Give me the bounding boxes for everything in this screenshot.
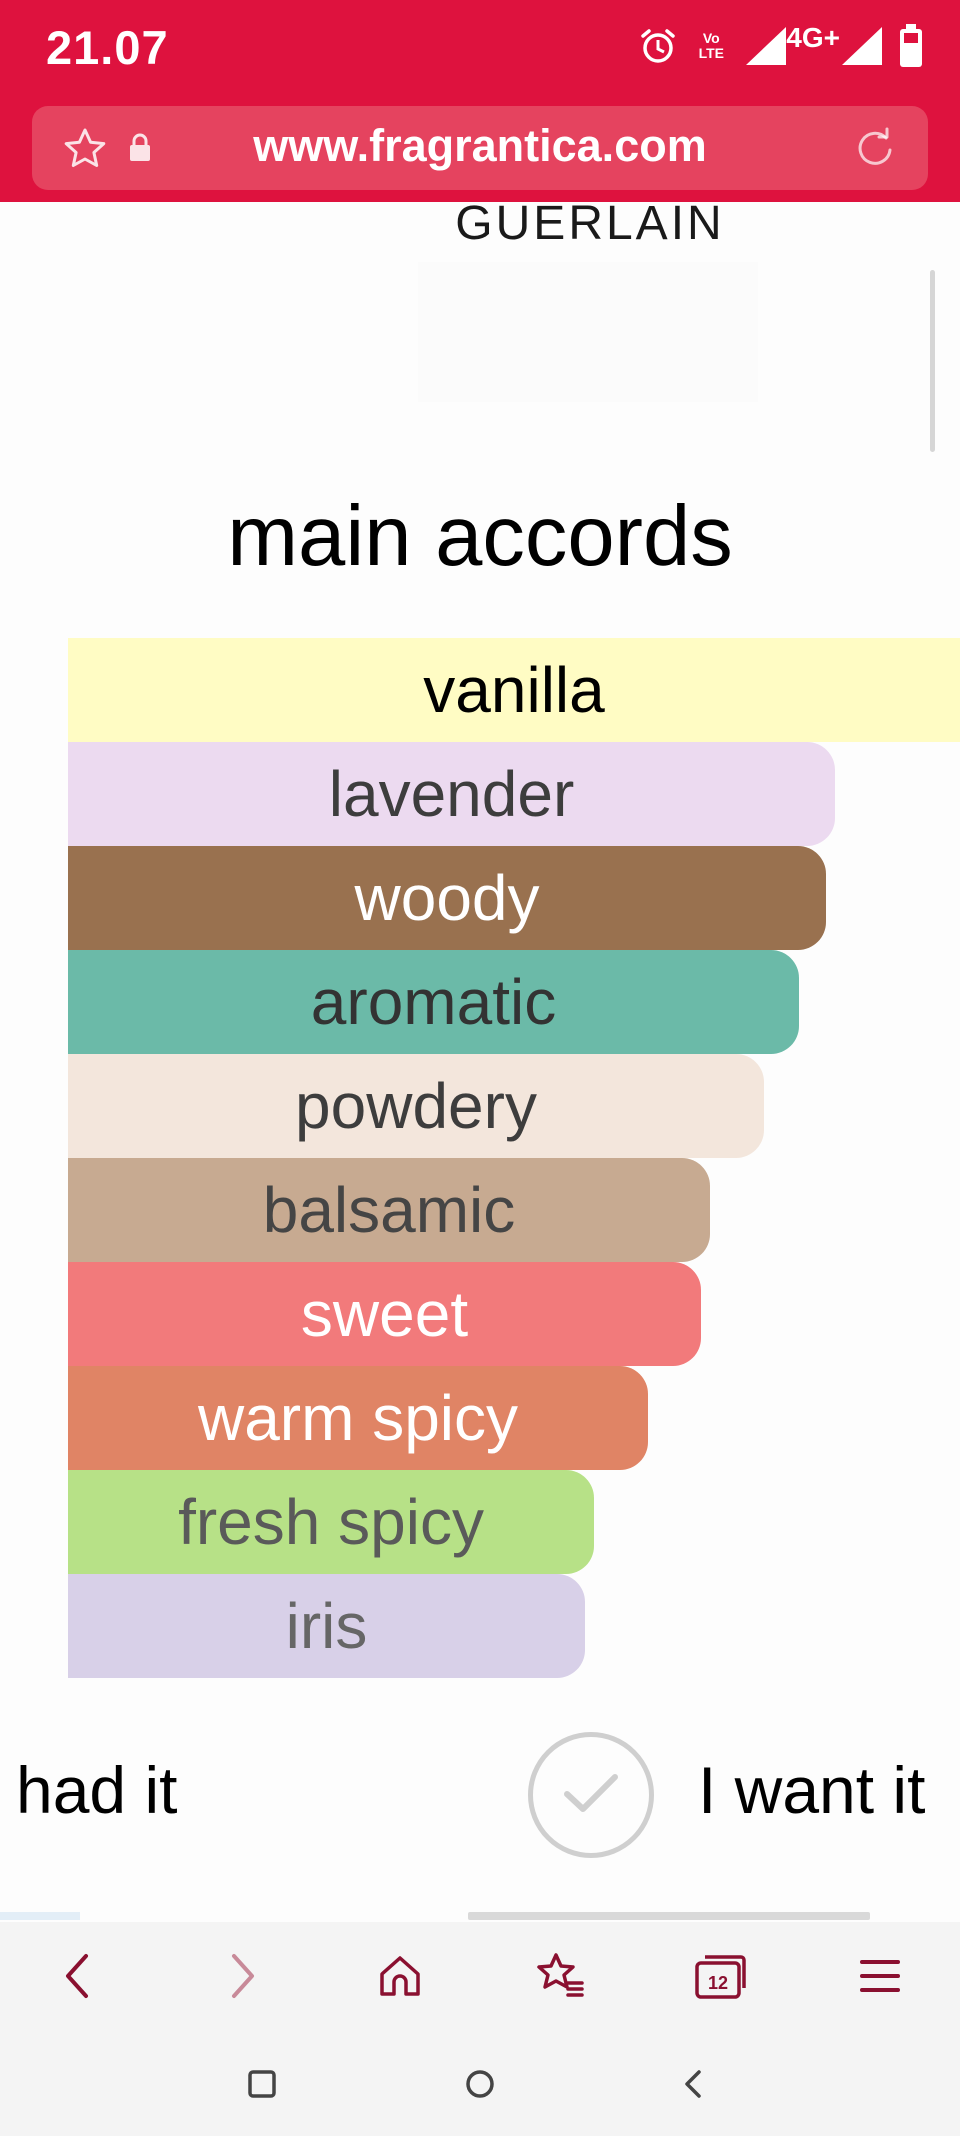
status-icons: Vo LTE 4G+ [638, 18, 924, 74]
accord-bar-iris: iris [68, 1574, 585, 1678]
tab-count: 12 [708, 1973, 728, 1993]
brand-logo[interactable]: GUERLAIN [420, 196, 760, 251]
home-circle-icon[interactable] [454, 2058, 506, 2110]
system-navigation-bar [0, 2032, 960, 2136]
url-bar[interactable]: www.fragrantica.com [32, 106, 928, 190]
checkmark-icon [561, 1770, 621, 1821]
battery-icon [898, 24, 924, 68]
accord-label: vanilla [423, 654, 605, 726]
system-back-icon[interactable] [668, 2058, 720, 2110]
forward-icon[interactable] [210, 1944, 274, 2008]
tabs-icon[interactable]: 12 [688, 1944, 752, 2008]
accord-bar-fresh-spicy: fresh spicy [68, 1470, 594, 1574]
want-it-button[interactable] [528, 1732, 654, 1858]
status-time: 21.07 [46, 21, 169, 74]
accord-bar-aromatic: aromatic [68, 950, 799, 1054]
accord-label: woody [354, 862, 540, 934]
accord-label: aromatic [310, 966, 557, 1038]
accord-label: warm spicy [197, 1382, 519, 1454]
accord-label: lavender [328, 758, 575, 830]
reload-icon[interactable] [852, 126, 896, 175]
accord-label: powdery [295, 1070, 537, 1142]
back-icon[interactable] [46, 1944, 110, 2008]
had-it-label[interactable]: had it [16, 1752, 177, 1828]
alarm-icon [638, 26, 678, 66]
network-type-label: 4G+ [786, 22, 840, 53]
bookmarks-icon[interactable] [528, 1944, 592, 2008]
accord-label: iris [285, 1590, 368, 1662]
home-icon[interactable] [368, 1944, 432, 2008]
content-peek-bar [468, 1912, 870, 1920]
accord-bar-sweet: sweet [68, 1262, 701, 1366]
accord-bar-vanilla: vanilla [68, 638, 960, 742]
brand-image-area [418, 262, 758, 402]
want-it-label[interactable]: I want it [698, 1752, 925, 1828]
menu-icon[interactable] [848, 1944, 912, 2008]
url-text[interactable]: www.fragrantica.com [32, 120, 928, 172]
scrollbar-thumb[interactable] [930, 270, 935, 452]
volte-icon: Vo LTE [698, 30, 724, 61]
accord-label: balsamic [262, 1174, 516, 1246]
browser-toolbar: 12 [0, 1922, 960, 2032]
content-peek-left [0, 1912, 80, 1920]
accord-label: sweet [300, 1278, 469, 1350]
accord-bar-powdery: powdery [68, 1054, 764, 1158]
accord-bar-warm-spicy: warm spicy [68, 1366, 648, 1470]
main-accords-title: main accords [227, 489, 733, 584]
main-accords-heading: main accords [0, 488, 960, 586]
signal-icon [840, 25, 884, 67]
signal-icon [744, 25, 788, 67]
accord-label: fresh spicy [178, 1486, 484, 1558]
accord-bar-woody: woody [68, 846, 826, 950]
browser-header: 21.07 Vo LTE 4G+ www.fragrantica.com [0, 0, 960, 202]
accord-bar-lavender: lavender [68, 742, 835, 846]
recents-icon[interactable] [236, 2058, 288, 2110]
accord-bar-balsamic: balsamic [68, 1158, 710, 1262]
